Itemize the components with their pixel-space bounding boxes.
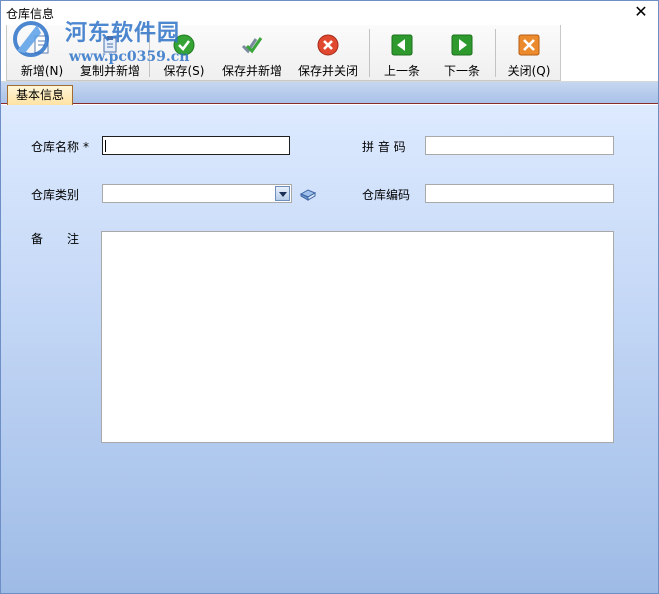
warehouse-name-label: 仓库名称 *	[31, 138, 89, 155]
save-button-label: 保存(S)	[163, 64, 205, 78]
new-document-icon	[34, 35, 49, 54]
window-title: 仓库信息	[6, 7, 55, 21]
toolbar-separator	[495, 29, 496, 77]
prev-button[interactable]: 上一条	[375, 25, 429, 81]
toolbar: 新增(N) 复制并新增 保存(S) 保存并新增 保存并关闭 上一条 下一条 关闭…	[1, 25, 658, 82]
book-lookup-icon[interactable]	[299, 185, 317, 201]
warehouse-code-input[interactable]	[425, 184, 614, 203]
close-button[interactable]: 关闭(Q)	[501, 25, 557, 81]
prev-button-label: 上一条	[383, 64, 420, 78]
warehouse-name-input[interactable]	[102, 136, 290, 155]
copy-icon	[103, 36, 117, 53]
warehouse-code-label: 仓库编码	[362, 188, 411, 202]
toolbar-group: 新增(N) 复制并新增 保存(S) 保存并新增 保存并关闭 上一条 下一条 关闭…	[6, 25, 561, 81]
copy-new-button[interactable]: 复制并新增	[77, 25, 143, 81]
new-button[interactable]: 新增(N)	[11, 25, 73, 81]
save-close-button[interactable]: 保存并关闭	[291, 25, 365, 81]
cancel-circle-icon	[317, 34, 339, 56]
close-square-icon	[518, 34, 540, 56]
tab-basic-info[interactable]: 基本信息	[7, 85, 74, 105]
remark-textarea[interactable]	[101, 231, 614, 443]
remark-label-first: 备	[31, 232, 44, 246]
save-close-button-label: 保存并关闭	[297, 64, 358, 78]
arrow-right-icon	[451, 34, 473, 56]
required-mark: *	[83, 140, 90, 154]
save-button[interactable]: 保存(S)	[155, 25, 213, 81]
pinyin-code-label: 拼 音 码	[362, 140, 406, 154]
close-button-label: 关闭(Q)	[507, 64, 551, 78]
toolbar-separator	[369, 29, 370, 77]
text-caret	[105, 140, 106, 152]
next-button-label: 下一条	[443, 64, 480, 78]
pinyin-code-input[interactable]	[425, 136, 614, 155]
check-circle-icon	[173, 34, 195, 56]
window: 仓库信息 ✕ 新增(N) 复制并新增 保存(S) 保存并新增 保存并关闭 上一条…	[0, 0, 659, 594]
arrow-left-icon	[391, 34, 413, 56]
close-window-button[interactable]: ✕	[632, 3, 650, 21]
tab-strip: 基本信息	[1, 82, 658, 105]
warehouse-category-label: 仓库类别	[31, 188, 80, 202]
save-new-button[interactable]: 保存并新增	[215, 25, 289, 81]
new-button-label: 新增(N)	[20, 64, 64, 78]
warehouse-category-select[interactable]	[102, 184, 292, 203]
title-bar: 仓库信息 ✕	[1, 1, 658, 25]
chevron-down-icon[interactable]	[275, 186, 290, 201]
next-button[interactable]: 下一条	[435, 25, 489, 81]
form-panel: 仓库名称 * 拼 音 码 仓库类别 仓库编码 备 注	[1, 105, 658, 593]
copy-new-button-label: 复制并新增	[79, 64, 140, 78]
double-check-icon	[241, 37, 263, 54]
save-new-button-label: 保存并新增	[221, 64, 282, 78]
remark-label-second: 注	[67, 232, 80, 246]
warehouse-name-label-text: 仓库名称	[31, 140, 80, 154]
toolbar-separator	[149, 29, 150, 77]
